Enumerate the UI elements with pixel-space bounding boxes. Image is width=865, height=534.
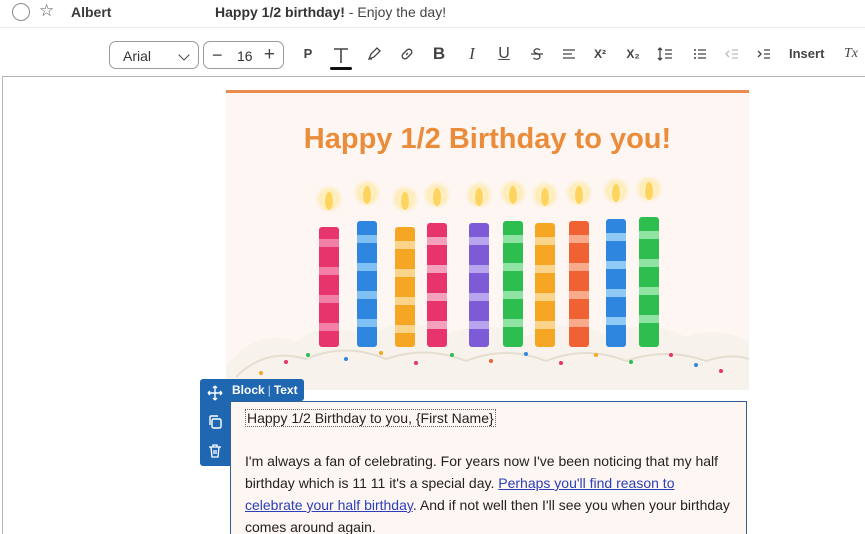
flames bbox=[315, 177, 663, 213]
hero-image-block[interactable]: Happy 1/2 Birthday to you! bbox=[226, 90, 749, 390]
text-color-button[interactable] bbox=[330, 42, 352, 70]
formatting-toolbar: Arial − 16 + P B I U X² X₂ Insert Tx bbox=[0, 32, 865, 76]
font-size-stepper[interactable]: − 16 + bbox=[203, 41, 284, 69]
link-icon bbox=[401, 48, 413, 60]
move-icon[interactable] bbox=[207, 385, 223, 401]
chevron-down-icon bbox=[178, 49, 190, 61]
bold-button[interactable]: B bbox=[429, 42, 449, 66]
subject-line: Happy 1/2 birthday! - Enjoy the day! bbox=[215, 4, 446, 20]
underline-button[interactable]: U bbox=[494, 42, 514, 66]
increase-size-button[interactable]: + bbox=[264, 44, 275, 66]
insert-button[interactable]: Insert bbox=[789, 42, 824, 66]
body-paragraph[interactable]: I'm always a fan of celebrating. For yea… bbox=[245, 450, 735, 534]
superscript-button[interactable]: X² bbox=[590, 42, 610, 66]
block-type-text: Text bbox=[273, 383, 298, 397]
clear-format-button[interactable]: Tx bbox=[841, 42, 861, 66]
font-family-value: Arial bbox=[123, 48, 152, 64]
bullet-list-icon bbox=[694, 49, 706, 59]
select-radio[interactable] bbox=[12, 3, 30, 21]
block-label-text: Block bbox=[232, 383, 265, 397]
block-tools-panel bbox=[200, 379, 230, 466]
trash-icon[interactable] bbox=[207, 443, 223, 459]
line-height-icon bbox=[657, 47, 672, 61]
strikethrough-button[interactable] bbox=[527, 42, 547, 66]
highlight-button[interactable] bbox=[364, 42, 384, 66]
birthday-cake-candles-image bbox=[226, 177, 749, 390]
font-size-value: 16 bbox=[237, 48, 253, 64]
text-content-block[interactable]: Happy 1/2 Birthday to you, {First Name} … bbox=[230, 401, 747, 534]
star-icon[interactable]: ☆ bbox=[39, 1, 54, 21]
highlighter-icon bbox=[367, 47, 381, 61]
paragraph-button[interactable]: P bbox=[298, 42, 318, 66]
bullet-list-button[interactable] bbox=[690, 42, 710, 66]
decrease-size-button[interactable]: − bbox=[212, 45, 223, 66]
text-color-icon bbox=[330, 48, 352, 70]
sender-name: Albert bbox=[71, 4, 112, 20]
align-button[interactable] bbox=[559, 42, 579, 66]
preview-text: - Enjoy the day! bbox=[344, 4, 447, 20]
block-type-label: Block | Text bbox=[228, 379, 304, 401]
line-height-button[interactable] bbox=[655, 42, 675, 66]
strikethrough-icon bbox=[531, 48, 543, 60]
font-family-select[interactable]: Arial bbox=[109, 41, 199, 69]
outdent-button[interactable] bbox=[722, 42, 742, 66]
italic-button[interactable]: I bbox=[462, 42, 482, 66]
subject-text: Happy 1/2 birthday! bbox=[215, 4, 345, 20]
align-left-icon bbox=[563, 49, 575, 59]
greeting-line[interactable]: Happy 1/2 Birthday to you, {First Name} bbox=[245, 409, 496, 427]
block-label-separator: | bbox=[267, 383, 271, 397]
outdent-icon bbox=[725, 49, 738, 59]
duplicate-icon[interactable] bbox=[207, 414, 223, 430]
message-row[interactable]: ☆ Albert Happy 1/2 birthday! - Enjoy the… bbox=[0, 0, 865, 28]
link-button[interactable] bbox=[397, 42, 417, 66]
candles bbox=[319, 217, 659, 347]
indent-icon bbox=[757, 49, 770, 59]
hero-title: Happy 1/2 Birthday to you! bbox=[303, 123, 672, 155]
indent-button[interactable] bbox=[754, 42, 774, 66]
subscript-button[interactable]: X₂ bbox=[623, 42, 643, 66]
